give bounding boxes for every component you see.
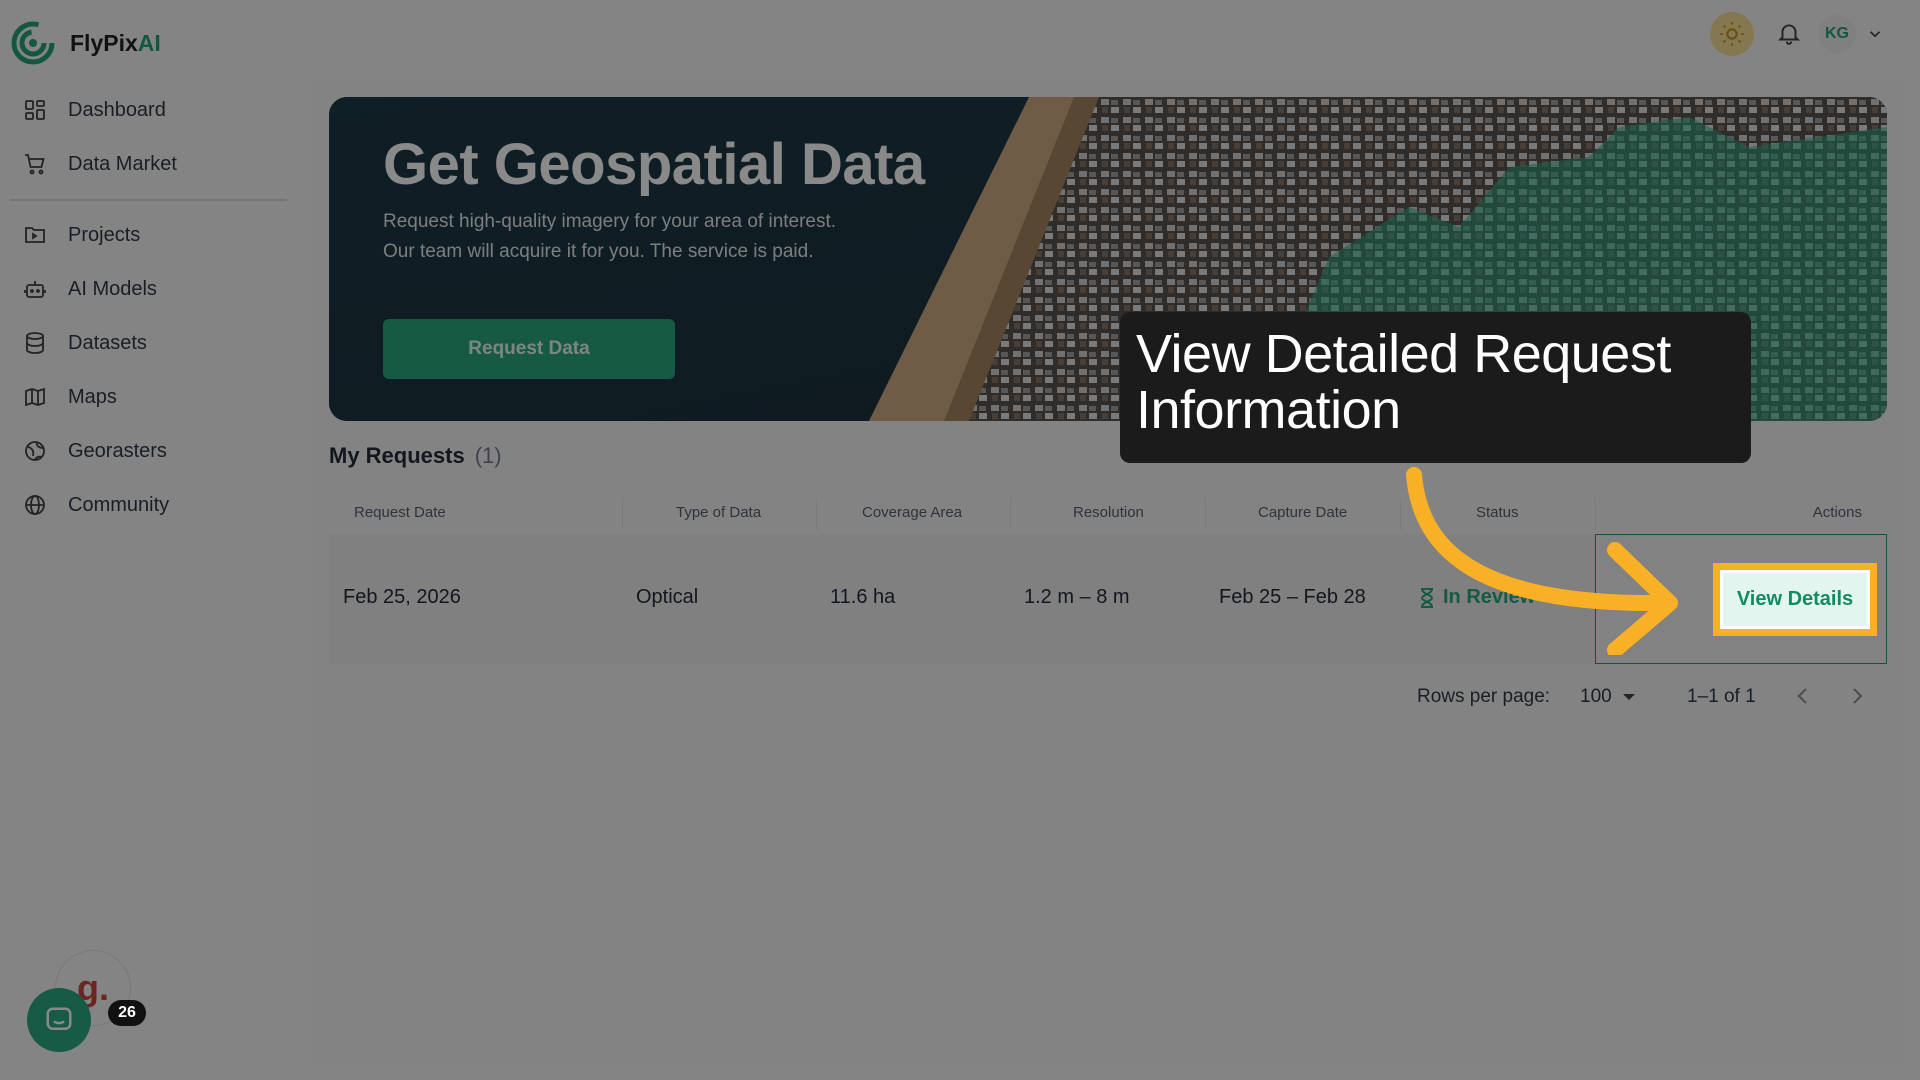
sun-icon: [1720, 22, 1744, 46]
caret-down-icon: [1622, 694, 1635, 700]
column-divider: [1010, 498, 1011, 530]
sidebar-item-label: Data Market: [68, 152, 177, 175]
sidebar-divider: [10, 199, 287, 201]
column-divider: [1205, 498, 1206, 530]
pagination-range: 1–1 of 1: [1687, 686, 1756, 707]
sidebar-item-ai-models[interactable]: AI Models: [22, 269, 157, 309]
next-page-button[interactable]: [1850, 686, 1864, 712]
banner-title: Get Geospatial Data: [383, 132, 925, 197]
banner-subtitle: Request high-quality imagery for your ar…: [383, 207, 836, 267]
notifications-button[interactable]: [1772, 14, 1806, 52]
sidebar-item-label: Maps: [68, 385, 117, 408]
sidebar-item-maps[interactable]: Maps: [22, 377, 117, 417]
bell-icon: [1777, 24, 1801, 45]
rows-per-page-label: Rows per page:: [1417, 686, 1551, 707]
column-header[interactable]: Request Date: [354, 504, 446, 521]
chevron-down-icon: [1869, 31, 1881, 38]
view-details-button[interactable]: View Details: [1723, 573, 1867, 626]
status-text: In Review: [1443, 586, 1536, 608]
sidebar-item-label: AI Models: [68, 277, 157, 300]
rows-per-page-value: 100: [1580, 686, 1612, 707]
database-icon: [22, 330, 48, 356]
sidebar-item-projects[interactable]: Projects: [22, 215, 140, 255]
column-header[interactable]: Type of Data: [676, 504, 761, 521]
requests-count: (1): [474, 443, 502, 468]
column-divider: [1595, 498, 1596, 530]
chevron-left-icon: [1797, 688, 1807, 704]
sidebar-item-label: Community: [68, 493, 170, 516]
column-divider: [1400, 498, 1401, 530]
sidebar-item-label: Projects: [68, 223, 141, 246]
folder-icon: [22, 222, 48, 248]
chat-button[interactable]: [27, 988, 91, 1052]
chevron-right-icon: [1853, 688, 1863, 704]
sidebar-item-data-market[interactable]: Data Market: [22, 144, 177, 184]
cell-type: Optical: [636, 586, 699, 608]
sidebar-item-dashboard[interactable]: Dashboard: [22, 90, 166, 130]
app-name: FlyPixAI: [70, 29, 161, 56]
requests-heading: My Requests (1): [329, 443, 502, 469]
rows-per-page-select[interactable]: 100: [1580, 686, 1636, 708]
globe-icon: [22, 492, 48, 518]
app-logo[interactable]: FlyPixAI: [10, 20, 161, 66]
column-header[interactable]: Status: [1476, 504, 1519, 521]
request-data-button[interactable]: Request Data: [383, 319, 675, 379]
chat-icon: [46, 1007, 72, 1030]
banner-subtitle-line: Our team will acquire it for you. The se…: [383, 241, 814, 262]
prev-page-button[interactable]: [1796, 686, 1810, 712]
cart-icon: [22, 151, 48, 177]
requests-title: My Requests: [329, 443, 465, 468]
column-divider: [816, 498, 817, 530]
tutorial-tooltip: View Detailed Request Information: [1120, 312, 1751, 463]
tooltip-text: View Detailed Request Information: [1136, 324, 1671, 440]
column-header: Actions: [1812, 504, 1862, 521]
robot-icon: [22, 276, 48, 302]
sidebar-item-label: Georasters: [68, 439, 167, 462]
column-header[interactable]: Coverage Area: [862, 504, 962, 521]
cell-request-date: Feb 25, 2026: [343, 586, 461, 608]
hourglass-icon: [1420, 587, 1434, 608]
user-menu[interactable]: KG: [1818, 14, 1898, 54]
dashboard-icon: [22, 97, 48, 123]
theme-toggle-button[interactable]: [1710, 12, 1754, 56]
sidebar-item-georasters[interactable]: Georasters: [22, 431, 167, 471]
map-icon: [22, 384, 48, 410]
cell-capture-date: Feb 25 – Feb 28: [1219, 586, 1366, 608]
column-header[interactable]: Resolution: [1073, 504, 1144, 521]
flypix-logo-icon: [11, 21, 55, 65]
sidebar: FlyPixAI Dashboard Data Market Projects: [0, 0, 300, 1080]
table-header: Request Date Type of Data Coverage Area …: [329, 492, 1887, 534]
column-divider: [622, 498, 623, 530]
cell-coverage: 11.6 ha: [830, 586, 896, 608]
globe-grid-icon: [22, 438, 48, 464]
table-row[interactable]: Feb 25, 2026 Optical 11.6 ha 1.2 m – 8 m…: [329, 534, 1887, 664]
column-header[interactable]: Capture Date: [1258, 504, 1347, 521]
sidebar-item-datasets[interactable]: Datasets: [22, 323, 147, 363]
cell-resolution: 1.2 m – 8 m: [1024, 586, 1130, 608]
sidebar-item-label: Dashboard: [68, 98, 166, 121]
status-badge: In Review: [1417, 586, 1535, 609]
notification-count-badge: 26: [108, 1000, 146, 1026]
requests-table: Request Date Type of Data Coverage Area …: [329, 492, 1887, 664]
sidebar-item-community[interactable]: Community: [22, 485, 169, 525]
banner-subtitle-line: Request high-quality imagery for your ar…: [383, 211, 837, 232]
sidebar-item-label: Datasets: [68, 331, 147, 354]
avatar: KG: [1818, 15, 1856, 53]
